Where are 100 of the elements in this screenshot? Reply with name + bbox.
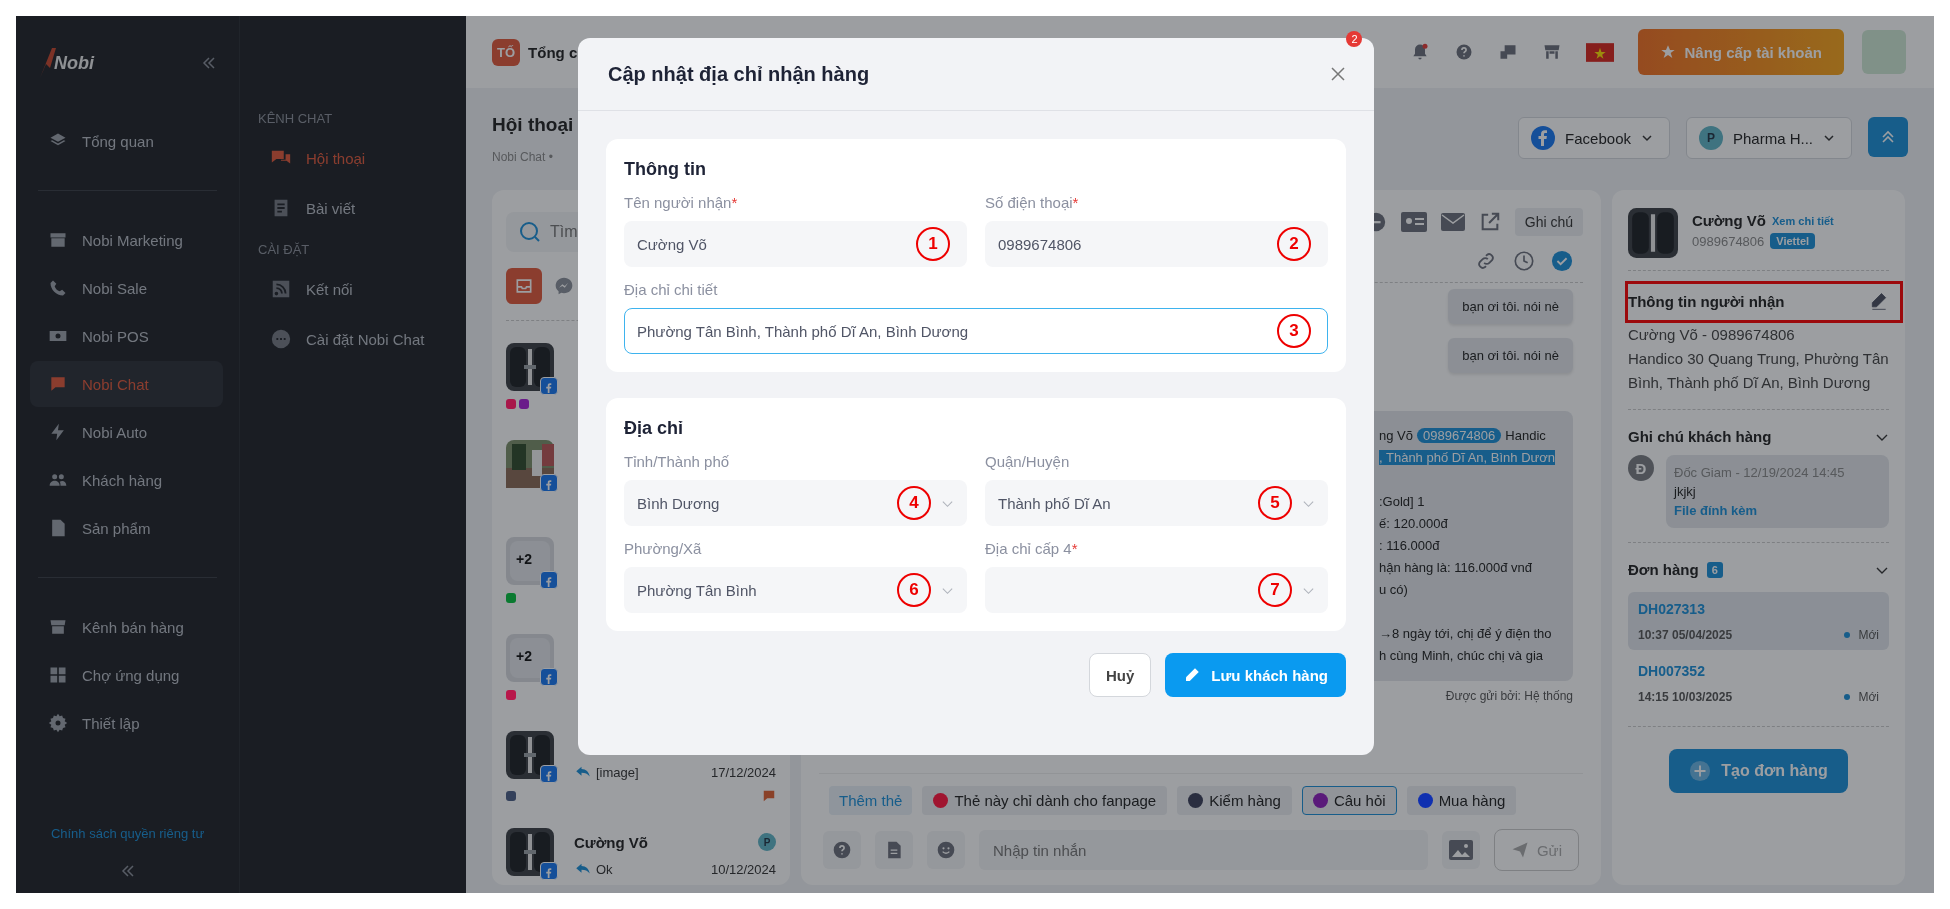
order-code[interactable]: DH007352	[1638, 663, 1705, 679]
nav-item[interactable]: Nobi POS	[30, 313, 223, 359]
privacy-link[interactable]: Chính sách quyền riêng tư	[50, 826, 205, 841]
nav-item[interactable]: Nobi Sale	[30, 265, 223, 311]
message-text: :Gold] 1	[1379, 494, 1425, 509]
message-date: 10/12/2024	[710, 861, 776, 877]
field-label: Số điện thoại	[985, 194, 1073, 211]
nav-item[interactable]: Nobi Marketing	[30, 217, 223, 263]
order-time: 14:15 10/03/2025	[1638, 690, 1733, 704]
cancel-button[interactable]: Huỷ	[1088, 653, 1152, 697]
section-title: KÊNH CHAT	[258, 111, 334, 126]
annotation-marker: 4	[897, 486, 931, 520]
section-title: CÀI ĐẶT	[258, 242, 311, 257]
select-field[interactable]: 7	[985, 567, 1328, 613]
tag-chip[interactable]: Mua hàng	[1406, 786, 1517, 815]
tag-chip[interactable]: Kiểm hàng	[1177, 786, 1292, 815]
nav-item[interactable]: Tổng quan	[30, 118, 223, 164]
facebook-badge	[540, 571, 558, 589]
field-label: Tỉnh/Thành phố	[624, 453, 731, 470]
page-name: Pharma H...	[1732, 129, 1813, 147]
help-button[interactable]	[823, 831, 861, 869]
annotation-marker: 2	[1277, 227, 1311, 261]
message-bubble: bạn ơi tôi. nói nè	[1448, 338, 1573, 373]
collapse-icon[interactable]	[119, 863, 136, 879]
message-text: →8 ngày tới, chị để ý điện tho	[1379, 626, 1552, 641]
breadcrumb: Nobi Chat •	[492, 150, 554, 164]
chevron-down-icon	[1823, 132, 1835, 144]
attachment-link[interactable]: File đính kèm	[1674, 503, 1758, 518]
customer-name: Cường Võ	[1692, 212, 1767, 229]
page-dropdown[interactable]: P Pharma H...	[1685, 117, 1852, 159]
send-icon	[1510, 841, 1529, 859]
subnav-item[interactable]: Kết nối	[258, 271, 466, 307]
collapse-icon[interactable]	[201, 55, 217, 71]
edit-icon[interactable]	[1869, 291, 1889, 311]
id-card-icon[interactable]	[1400, 212, 1427, 232]
grid-icon	[48, 665, 68, 685]
collapse-button[interactable]	[1868, 117, 1908, 157]
link-icon[interactable]	[1475, 250, 1497, 272]
nav-item[interactable]: Khách hàng	[30, 457, 223, 503]
shop-name: Tổng c	[528, 43, 578, 61]
message-text: : 116.000đ	[1379, 538, 1440, 553]
check-circle-icon[interactable]	[1551, 250, 1573, 272]
section-title: Thông tin người nhận	[1628, 292, 1785, 310]
nav-item[interactable]: Chợ ứng dụng	[30, 652, 223, 698]
tag-chip[interactable]: Thẻ này chỉ dành cho fanpage	[922, 786, 1168, 815]
channel-dropdown[interactable]: Facebook	[1518, 117, 1670, 159]
author-avatar: Đ	[1628, 455, 1654, 481]
mail-icon[interactable]	[1440, 213, 1465, 231]
view-details-link[interactable]: Xem chi tiết	[1772, 214, 1834, 227]
tag-chip[interactable]: Câu hỏi	[1301, 786, 1397, 815]
input-field[interactable]: Phường Tân Bình, Thành phố Dĩ An, Bình Dương 3	[624, 308, 1328, 354]
gear-icon	[48, 713, 68, 733]
facebook-badge	[540, 668, 558, 686]
order-item[interactable]: DH027313 10:37 05/04/2025 Mới	[1628, 592, 1889, 650]
create-order-button[interactable]: Tạo đơn hàng	[1669, 749, 1848, 793]
messenger-icon[interactable]	[554, 276, 574, 296]
nav-item[interactable]: Thiết lập	[30, 700, 223, 746]
nav-item[interactable]: Sản phẩm	[30, 505, 223, 551]
save-button[interactable]: Lưu khách hàng	[1165, 653, 1346, 697]
note-meta: Đốc Giam - 12/19/2024 14:45	[1674, 464, 1846, 482]
subnav-item[interactable]: Bài viết	[258, 190, 466, 226]
select-field[interactable]: Bình Dương 4	[624, 480, 967, 526]
order-item[interactable]: DH007352 14:15 10/03/2025 Mới	[1628, 654, 1889, 712]
facebook-badge	[540, 474, 558, 492]
store-icon	[48, 617, 68, 637]
section-title: Đơn hàng	[1628, 561, 1699, 578]
nav-item[interactable]: Nobi Auto	[30, 409, 223, 455]
shop-avatar[interactable]: TỐ	[492, 38, 521, 66]
flag-icon[interactable]	[1586, 42, 1615, 62]
nav-item[interactable]: Nobi Chat	[30, 361, 223, 407]
subnav-item[interactable]: Hội thoại	[258, 140, 466, 176]
select-field[interactable]: Thành phố Dĩ An 5	[985, 480, 1328, 526]
contact-name: Cường Võ	[574, 833, 649, 851]
customer-phone: 0989674806	[1692, 233, 1765, 249]
subnav-item[interactable]: Cài đặt Nobi Chat	[258, 321, 466, 357]
field-label: Phường/Xã	[624, 540, 703, 557]
field-label: Địa chỉ chi tiết	[624, 281, 719, 298]
message-text: , Thành phố Dĩ An, Bình Dươn	[1379, 450, 1555, 465]
clock-icon[interactable]	[1513, 250, 1535, 272]
order-count: 6	[1706, 561, 1723, 578]
message-text: Handic	[1505, 428, 1546, 443]
upgrade-button[interactable]: Nâng cấp tài khoản	[1638, 29, 1844, 75]
inbox-filter-button[interactable]	[506, 268, 542, 304]
note-button[interactable]: Ghi chú	[1514, 208, 1583, 236]
dots-icon	[270, 328, 292, 350]
input-field[interactable]: Cường Võ 1	[624, 221, 967, 267]
close-icon[interactable]	[1330, 66, 1346, 82]
emoji-button[interactable]	[927, 831, 965, 869]
input-field[interactable]: 0989674806 2	[985, 221, 1328, 267]
image-icon	[1448, 840, 1473, 860]
phone-icon	[48, 278, 68, 298]
required-mark: *	[1072, 194, 1079, 211]
select-field[interactable]: Phường Tân Bình 6	[624, 567, 967, 613]
message-input[interactable]: Nhập tin nhắn	[979, 830, 1428, 870]
template-button[interactable]	[875, 831, 913, 869]
image-button[interactable]	[1441, 831, 1480, 869]
add-tag-button[interactable]: Thêm thẻ	[829, 786, 913, 815]
star-icon	[1660, 44, 1677, 60]
nav-item[interactable]: Kênh bán hàng	[30, 604, 223, 650]
order-code[interactable]: DH027313	[1638, 601, 1705, 617]
